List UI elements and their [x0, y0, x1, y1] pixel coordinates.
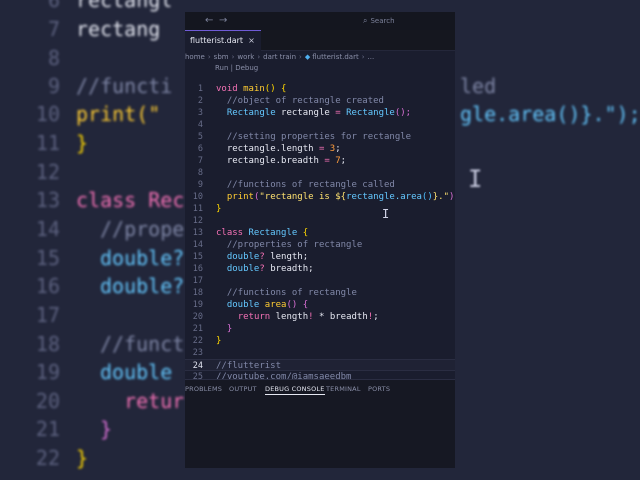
code-line: 13 class Rectangle {: [192, 228, 309, 238]
code-line: 19 double area() {: [192, 300, 309, 310]
code-line: 20 return length! * breadth!;: [192, 312, 379, 322]
command-search[interactable]: ⌕ Search: [363, 14, 455, 28]
code-line: 14 //properties of rectangle: [192, 240, 363, 250]
text-cursor-icon: I: [468, 165, 483, 193]
code-line: 1 void main() {: [197, 84, 287, 94]
dart-file-icon: ◆: [304, 53, 311, 61]
forward-arrow-icon[interactable]: →: [219, 14, 227, 28]
panel-tab-output[interactable]: OUTPUT: [229, 384, 257, 394]
tab-flutterist-dart[interactable]: flutterist.dart ×: [185, 30, 261, 51]
back-arrow-icon[interactable]: ←: [205, 14, 213, 28]
code-line: 21 }: [192, 324, 233, 334]
breadcrumb-item[interactable]: home: [185, 53, 205, 61]
code-line: 9 //functions of rectangle called: [197, 180, 395, 190]
code-line: 4: [197, 120, 203, 130]
tab-label: flutterist.dart: [190, 36, 244, 45]
panel-tab-ports[interactable]: PORTS: [368, 384, 390, 394]
breadcrumb-item[interactable]: flutterist.dart: [312, 53, 358, 61]
code-line: 5 //setting properties for rectangle: [197, 132, 412, 142]
code-line: 6 rectangle.length = 3;: [197, 144, 341, 154]
breadcrumb-item[interactable]: dart train: [263, 53, 296, 61]
code-line: 10 print("rectangle is ${rectangle.area(…: [192, 192, 455, 202]
editor-window: ← → ⌕ Search flutterist.dart × home › sbm › wo…: [185, 12, 455, 468]
code-line: 22}: [192, 336, 222, 346]
code-line: 15 double? length;: [192, 252, 309, 262]
code-line: 11}: [192, 204, 222, 214]
code-line: 18 //functions of rectangle: [192, 288, 357, 298]
close-icon[interactable]: ×: [248, 36, 255, 45]
breadcrumb-item[interactable]: sbm: [214, 53, 229, 61]
code-line-current: 24//flutterist: [185, 359, 455, 371]
code-line: 16 double? breadth;: [192, 264, 314, 274]
code-line: 7 rectangle.breadth = 7;: [197, 156, 347, 166]
code-line: 12: [192, 216, 203, 226]
code-line: 17: [192, 276, 203, 286]
search-icon: ⌕: [363, 16, 368, 25]
code-line: 23: [192, 348, 203, 358]
title-bar: ← → ⌕ Search: [185, 12, 455, 30]
text-cursor-icon: I: [382, 207, 390, 221]
breadcrumb-item[interactable]: ...: [368, 53, 375, 61]
panel-tab-debug-console[interactable]: DEBUG CONSOLE: [265, 384, 325, 395]
search-placeholder: Search: [370, 17, 395, 25]
breadcrumb-item[interactable]: work: [237, 53, 254, 61]
code-line: 3 Rectangle rectangle = Rectangle();: [197, 108, 412, 118]
bottom-panel: PROBLEMS OUTPUT DEBUG CONSOLE TERMINAL P…: [185, 379, 455, 468]
code-line: 8: [197, 168, 203, 178]
code-line: 2 //object of rectangle created: [197, 96, 384, 106]
panel-tab-problems[interactable]: PROBLEMS: [185, 384, 222, 394]
tab-bar: flutterist.dart ×: [185, 30, 455, 51]
code-editor[interactable]: 1 void main() { 2 //object of rectangle c…: [185, 71, 455, 389]
breadcrumb: home › sbm › work › dart train › ◆ flutterist.dar…: [185, 53, 375, 61]
panel-tab-terminal[interactable]: TERMINAL: [326, 384, 361, 394]
